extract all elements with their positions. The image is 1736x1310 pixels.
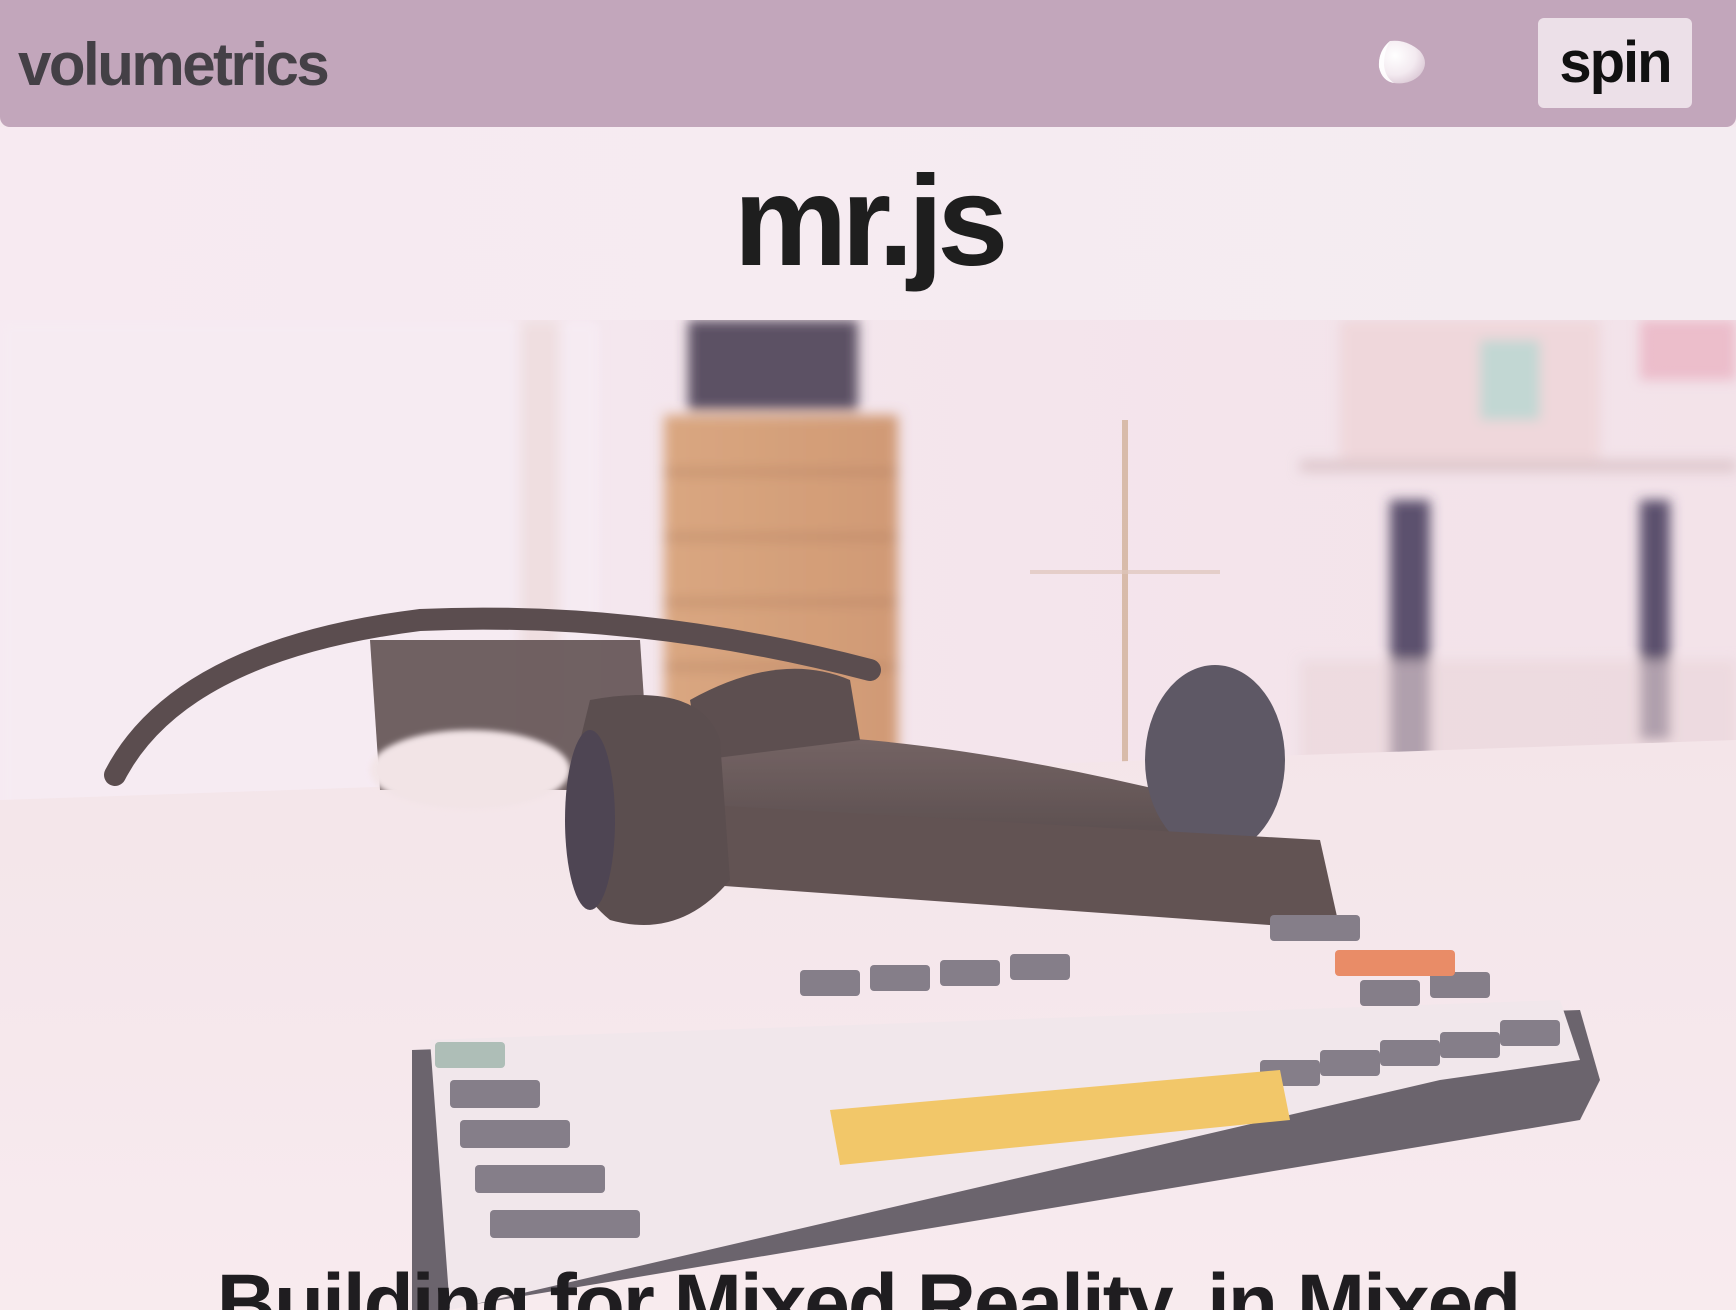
top-bar: volumetrics spin — [0, 0, 1736, 127]
page-title: mr.js — [733, 150, 1009, 293]
page: volumetrics spin mr.js Building for Mixe… — [0, 0, 1736, 1310]
brand-logo-link[interactable]: volumetrics — [18, 30, 330, 100]
spin-button[interactable]: spin — [1538, 18, 1692, 108]
title-band: mr.js — [0, 127, 1736, 320]
spin-orb-icon — [1378, 40, 1425, 84]
hero-photo — [0, 320, 1736, 1310]
hero-heading: Building for Mixed Reality, in Mixed — [216, 1258, 1521, 1310]
hero-section: Building for Mixed Reality, in Mixed — [0, 320, 1736, 1310]
